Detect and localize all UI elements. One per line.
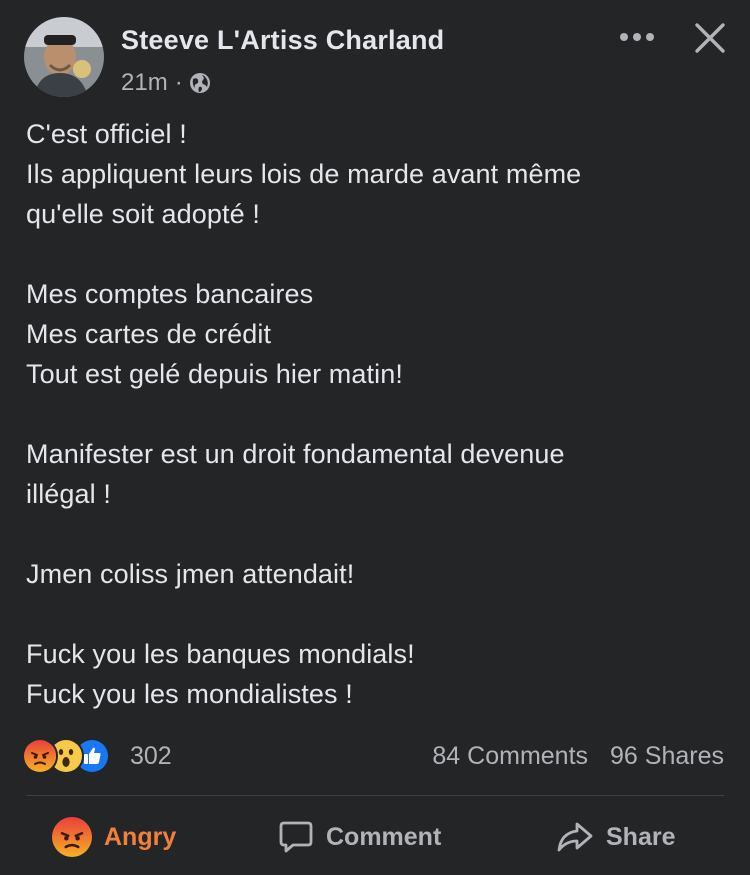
more-dots-icon (620, 33, 654, 41)
post-line: Mes comptes bancaires (26, 279, 314, 309)
post-meta: 21m · (121, 68, 211, 98)
post-line: Fuck you les banques mondials! (26, 639, 415, 669)
post-line: Ils appliquent leurs lois de marde avant… (26, 159, 582, 189)
globe-icon (189, 72, 211, 94)
post-time[interactable]: 21m (121, 69, 168, 97)
angry-face-icon (52, 817, 92, 857)
angry-label: Angry (104, 822, 177, 851)
post-line (26, 234, 726, 274)
comment-bubble-icon (278, 819, 314, 855)
post-line: Tout est gelé depuis hier matin! (26, 359, 403, 389)
post-card: Steeve L'Artiss Charland 21m · C'est off… (0, 0, 750, 875)
more-options-button[interactable] (612, 20, 662, 54)
reaction-count: 302 (130, 741, 172, 770)
close-button[interactable] (690, 18, 730, 58)
share-arrow-icon (556, 819, 594, 855)
share-button[interactable]: Share (556, 812, 675, 862)
post-line: illégal ! (26, 479, 111, 509)
engagement-counts: 84 Comments 96 Shares (432, 737, 724, 775)
post-line: C'est officiel ! (26, 119, 187, 149)
post-text: C'est officiel ! Ils appliquent leurs lo… (26, 114, 726, 714)
post-line (26, 514, 726, 554)
comment-button[interactable]: Comment (278, 812, 441, 862)
post-line: Jmen coliss jmen attendait! (26, 559, 355, 589)
comments-count-link[interactable]: 84 Comments (432, 742, 588, 771)
divider (26, 795, 724, 796)
avatar[interactable] (24, 17, 104, 97)
reactions-summary[interactable]: 302 (22, 737, 172, 775)
post-line: qu'elle soit adopté ! (26, 199, 260, 229)
angry-reaction-button[interactable]: Angry (52, 812, 176, 862)
post-line: Mes cartes de crédit (26, 319, 272, 349)
post-line: Manifester est un droit fondamental deve… (26, 439, 565, 469)
share-label: Share (606, 822, 676, 851)
post-line (26, 394, 726, 434)
post-line: Fuck you les mondialistes ! (26, 679, 353, 709)
meta-separator: · (174, 69, 183, 96)
post-line (26, 594, 726, 634)
shares-count-link[interactable]: 96 Shares (610, 742, 724, 771)
author-name[interactable]: Steeve L'Artiss Charland (121, 25, 444, 56)
angry-reaction-icon (22, 738, 58, 774)
close-icon (695, 23, 725, 53)
comment-label: Comment (326, 822, 442, 851)
